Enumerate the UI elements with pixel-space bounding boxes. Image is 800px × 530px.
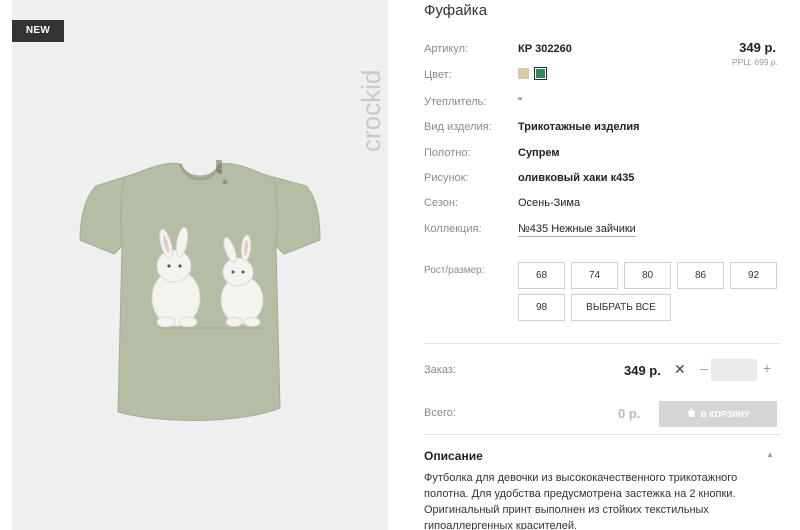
spec-label: Коллекция: [424,223,482,235]
decrease-quantity-button[interactable]: – [697,360,711,376]
tshirt-image [70,150,330,430]
new-badge: NEW [12,20,64,42]
spec-label: Сезон: [424,197,458,209]
color-swatch-beige[interactable] [518,68,529,79]
cart-icon [687,408,696,420]
product-details: Фуфайка 349 р. РРЦ: 699 р. Артикул: КР 3… [424,0,780,530]
select-all-sizes-button[interactable]: ВЫБРАТЬ ВСЕ [571,294,671,321]
size-button-98[interactable]: 98 [518,294,565,321]
spec-label: Утеплитель: [424,96,487,108]
total-price: 0 р. [618,406,641,421]
times-icon: ✕ [674,361,686,377]
spec-label: Артикул: [424,43,469,55]
spec-insulation: Утеплитель: " [424,93,780,113]
order-label: Заказ: [424,364,456,376]
brand-logo: crockid [350,18,388,158]
total-label: Всего: [424,407,456,419]
size-button-80[interactable]: 80 [624,262,671,289]
spec-value: КР 302260 [518,43,572,55]
spec-value: Трикотажные изделия [518,121,640,133]
color-swatch-green[interactable] [534,67,547,80]
spec-type: Вид изделия: Трикотажные изделия [424,118,780,138]
spec-value: " [518,96,522,108]
spec-value: Супрем [518,147,560,159]
divider [424,434,780,435]
quantity-input[interactable] [711,359,757,381]
increase-quantity-button[interactable]: + [760,360,774,376]
spec-collection: Коллекция: №435 Нежные зайчики [424,220,780,240]
size-button-92[interactable]: 92 [730,262,777,289]
spec-value-wrap: №435 Нежные зайчики [518,223,636,237]
brand-logo-text: crockid [356,70,386,152]
product-title: Фуфайка [424,2,488,19]
spec-pattern: Рисунок: оливковый хаки к435 [424,169,780,189]
product-image[interactable]: NEW crockid [12,0,388,530]
order-price: 349 р. [624,363,661,378]
spec-fabric: Полотно: Супрем [424,144,780,164]
sizes-label: Рост/размер: [424,265,485,276]
spec-label: Полотно: [424,147,471,159]
spec-value: оливковый хаки к435 [518,172,635,184]
add-to-cart-button[interactable]: В КОРЗИНУ [659,401,777,427]
size-button-68[interactable]: 68 [518,262,565,289]
collection-link[interactable]: №435 Нежные зайчики [518,223,636,237]
divider [424,343,780,344]
add-to-cart-label: В КОРЗИНУ [700,409,750,419]
description-title[interactable]: Описание [424,449,483,463]
description-text: Футболка для девочки из высококачественн… [424,472,738,530]
size-button-74[interactable]: 74 [571,262,618,289]
chevron-up-icon[interactable]: ▲ [766,450,774,459]
spec-value: Осень-Зима [518,197,581,209]
spec-label: Цвет: [424,69,452,81]
spec-label: Вид изделия: [424,121,492,133]
spec-label: Рисунок: [424,172,469,184]
size-button-86[interactable]: 86 [677,262,724,289]
spec-color: Цвет: [424,66,780,86]
spec-season: Сезон: Осень-Зима [424,194,780,214]
spec-article: Артикул: КР 302260 [424,40,780,60]
